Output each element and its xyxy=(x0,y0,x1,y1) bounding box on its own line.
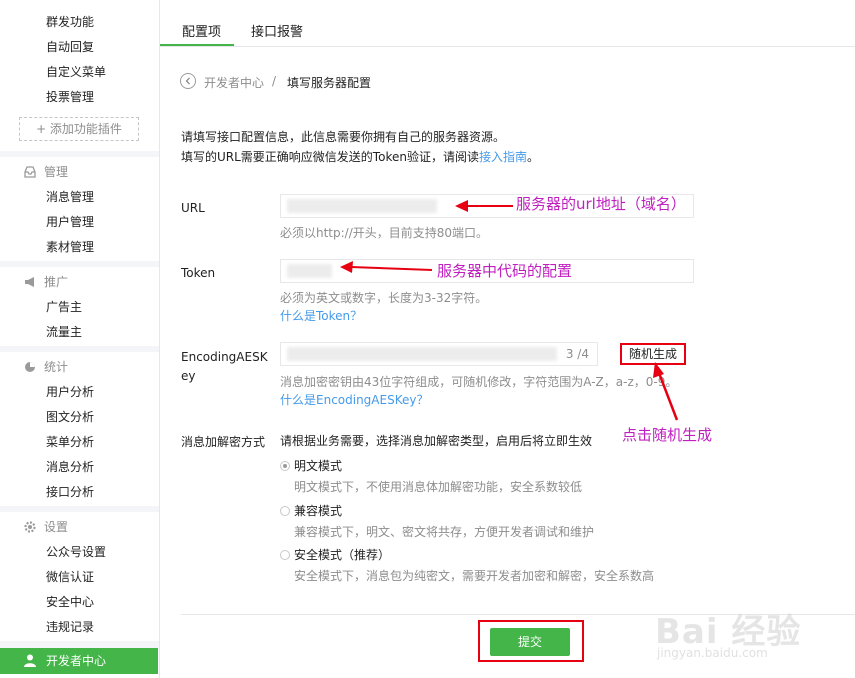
breadcrumb-current: 填写服务器配置 xyxy=(287,76,372,90)
sidebar-item-verification[interactable]: 微信认证 xyxy=(46,568,94,585)
intro-text-1: 请填写接口配置信息，此信息需要你拥有自己的服务器资源。 xyxy=(181,130,506,144)
radio-label: 安全模式（推荐） xyxy=(294,548,391,562)
tab-config[interactable]: 配置项 xyxy=(182,21,221,40)
watermark-url: jingyan.baidu.com xyxy=(657,646,768,660)
sidebar-divider xyxy=(0,641,159,648)
radio-compatible[interactable]: 兼容模式 xyxy=(280,502,342,519)
sidebar-item-security[interactable]: 安全中心 xyxy=(46,593,94,610)
sidebar-group-manage: 管理 xyxy=(24,163,68,180)
sidebar-group-label: 推广 xyxy=(44,275,69,289)
sidebar-item-users[interactable]: 用户管理 xyxy=(46,213,94,230)
breadcrumb-separator: / xyxy=(272,74,277,88)
radio-indicator[interactable] xyxy=(280,461,290,471)
intro-text-suffix: 。 xyxy=(526,150,539,164)
sidebar-group-statistics: 统计 xyxy=(24,358,68,375)
chevron-left-icon xyxy=(185,77,190,85)
aeskey-label-line1: EncodingAESK xyxy=(181,350,268,364)
sidebar-item-api-analysis[interactable]: 接口分析 xyxy=(46,483,94,500)
radio-indicator[interactable] xyxy=(280,506,290,516)
megaphone-icon xyxy=(25,277,34,287)
sidebar-divider xyxy=(0,346,159,352)
radio-indicator[interactable] xyxy=(280,550,290,560)
breadcrumb-parent[interactable]: 开发者中心 xyxy=(204,74,264,91)
sidebar-item-message-analysis[interactable]: 消息分析 xyxy=(46,458,94,475)
encrypt-mode-desc: 请根据业务需要，选择消息加解密类型，启用后将立即生效 xyxy=(280,434,593,448)
pie-chart-icon xyxy=(25,362,35,372)
active-tab-indicator xyxy=(160,44,234,46)
token-hint: 必须为英文或数字，长度为3-32字符。 xyxy=(280,291,488,305)
radio-secure-desc: 安全模式下，消息包为纯密文，需要开发者加密和解密，安全系数高 xyxy=(294,569,655,583)
sidebar-item-article-analysis[interactable]: 图文分析 xyxy=(46,408,94,425)
token-label: Token xyxy=(181,266,216,280)
sidebar-item-messages[interactable]: 消息管理 xyxy=(46,188,94,205)
sidebar-item-mass-send[interactable]: 群发功能 xyxy=(46,13,94,30)
sidebar-item-violations[interactable]: 违规记录 xyxy=(46,618,94,635)
url-label: URL xyxy=(181,201,205,215)
random-generate-button[interactable]: 随机生成 xyxy=(620,343,686,365)
blurred-aeskey-value xyxy=(287,347,557,361)
url-annotation: 服务器的url地址（域名） xyxy=(516,195,686,213)
radio-plaintext-desc: 明文模式下，不使用消息体加解密功能，安全系数较低 xyxy=(294,480,583,494)
intro-text-prefix: 填写的URL需要正确响应微信发送的Token验证，请阅读 xyxy=(181,150,479,164)
sidebar-item-user-analysis[interactable]: 用户分析 xyxy=(46,383,94,400)
radio-label: 明文模式 xyxy=(294,459,343,473)
sidebar-item-label: 开发者中心 xyxy=(46,654,107,668)
radio-secure[interactable]: 安全模式（推荐） xyxy=(280,546,390,563)
inbox-icon xyxy=(24,166,36,178)
sidebar-item-menu-analysis[interactable]: 菜单分析 xyxy=(46,433,94,450)
user-icon xyxy=(24,654,36,667)
gear-icon xyxy=(24,521,36,533)
add-plugin-button[interactable]: + 添加功能插件 xyxy=(19,117,139,141)
sidebar-item-custom-menu[interactable]: 自定义菜单 xyxy=(46,63,106,80)
back-button[interactable] xyxy=(180,73,196,89)
radio-compatible-desc: 兼容模式下，明文、密文将共存，方便开发者调试和维护 xyxy=(294,525,595,539)
encrypt-mode-label: 消息加解密方式 xyxy=(181,435,266,449)
baidu-watermark: Bai 经验 jingyan.baidu.com xyxy=(655,600,825,672)
sidebar-item-publisher[interactable]: 流量主 xyxy=(46,323,82,340)
sidebar-divider xyxy=(0,261,159,267)
sidebar-item-advertiser[interactable]: 广告主 xyxy=(46,298,82,315)
blurred-url-value xyxy=(287,199,437,213)
aeskey-hint: 消息加密密钥由43位字符组成，可随机修改，字符范围为A-Z，a-z，0-9。 xyxy=(280,375,678,389)
main-content: 配置项 接口报警 开发者中心 / 填写服务器配置 请填写接口配置信息，此信息需要… xyxy=(160,0,855,678)
random-annotation: 点击随机生成 xyxy=(622,426,713,444)
tab-api-alarm[interactable]: 接口报警 xyxy=(251,21,303,40)
token-annotation: 服务器中代码的配置 xyxy=(437,262,573,280)
aeskey-label-line2: ey xyxy=(181,369,196,383)
aeskey-input[interactable]: 3 /4 xyxy=(280,342,598,366)
sidebar-item-materials[interactable]: 素材管理 xyxy=(46,238,94,255)
sidebar-group-label: 管理 xyxy=(44,165,69,179)
sidebar-group-label: 统计 xyxy=(44,360,69,374)
aeskey-help-link[interactable]: 什么是EncodingAESKey？ xyxy=(280,391,428,408)
aeskey-char-counter: 3 /4 xyxy=(565,347,589,361)
sidebar-divider xyxy=(0,506,159,512)
sidebar-group-settings: 设置 xyxy=(24,518,68,535)
submit-button[interactable]: 提交 xyxy=(490,628,570,656)
sidebar-item-auto-reply[interactable]: 自动回复 xyxy=(46,38,94,55)
sidebar-item-account-settings[interactable]: 公众号设置 xyxy=(46,543,106,560)
blurred-token-value xyxy=(287,264,332,278)
sidebar-group-label: 设置 xyxy=(44,520,69,534)
sidebar-group-promotion: 推广 xyxy=(24,273,68,290)
sidebar-item-vote[interactable]: 投票管理 xyxy=(46,88,94,105)
url-hint: 必须以http://开头，目前支持80端口。 xyxy=(280,226,489,240)
tab-bar: 配置项 接口报警 xyxy=(160,0,855,47)
radio-plaintext[interactable]: 明文模式 xyxy=(280,457,342,474)
intro-text-2: 填写的URL需要正确响应微信发送的Token验证，请阅读接入指南。 xyxy=(181,148,539,165)
sidebar: 群发功能 自动回复 自定义菜单 投票管理 + 添加功能插件 管理 消息管理 用户… xyxy=(0,0,160,678)
aeskey-label: EncodingAESK ey xyxy=(181,348,268,386)
sidebar-divider xyxy=(0,151,159,157)
guide-link[interactable]: 接入指南 xyxy=(479,150,527,164)
radio-label: 兼容模式 xyxy=(294,504,343,518)
sidebar-item-developer-center[interactable]: 开发者中心 xyxy=(0,648,158,674)
token-help-link[interactable]: 什么是Token？ xyxy=(280,307,362,324)
